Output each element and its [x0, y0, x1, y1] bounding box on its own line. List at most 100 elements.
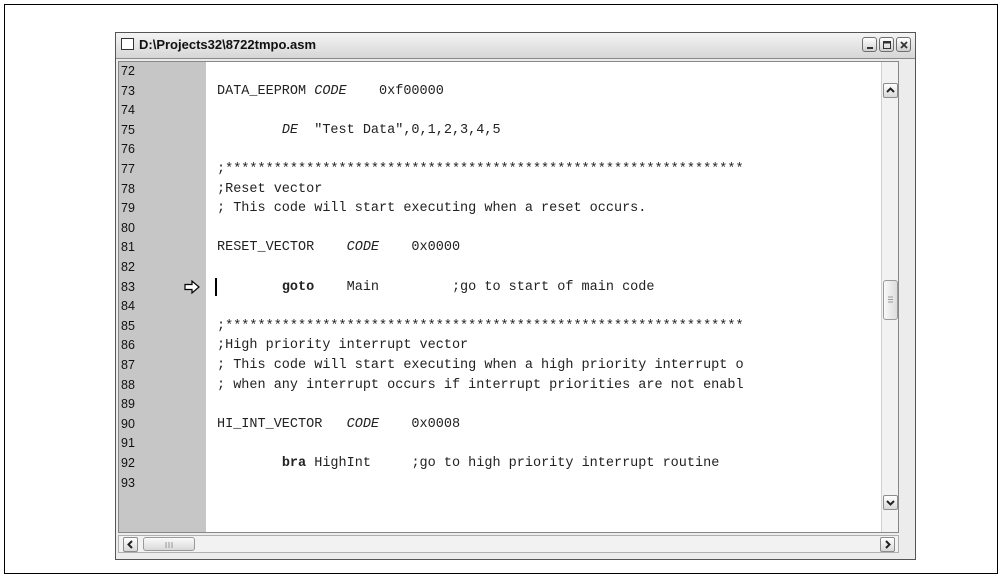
code-token: DATA_EEPROM — [217, 83, 315, 99]
code-token: ; This code will start executing when a … — [217, 358, 744, 373]
code-line[interactable]: 85 ;*************************************… — [119, 317, 898, 337]
code-text: ; This code will start executing when a … — [217, 358, 744, 373]
keyword: goto — [281, 279, 315, 295]
scroll-up-button[interactable] — [883, 83, 898, 98]
code-line[interactable]: 84 — [119, 297, 898, 317]
code-text: bra HighInt ;go to high priority interru… — [217, 456, 719, 471]
scroll-left-button[interactable] — [123, 537, 138, 552]
code-token: HI_INT_VECTOR — [217, 416, 347, 432]
code-editor[interactable]: 72 73 DATA_EEPROM CODE 0xf00000 74 75 DE "Te… — [118, 61, 899, 533]
chevron-down-icon — [886, 500, 895, 506]
line-number: 79 — [121, 201, 135, 216]
chevron-right-icon — [885, 540, 891, 549]
code-text: DATA_EEPROM CODE 0xf00000 — [217, 84, 444, 99]
maximize-button[interactable] — [879, 37, 894, 52]
scroll-down-button[interactable] — [883, 495, 898, 510]
line-number: 76 — [121, 142, 135, 157]
code-line[interactable]: 91 — [119, 434, 898, 454]
vertical-scrollbar[interactable] — [881, 62, 898, 532]
line-number: 93 — [121, 475, 135, 490]
code-line[interactable]: 89 — [119, 395, 898, 415]
code-token: ;***************************************… — [217, 162, 744, 177]
code-line[interactable]: 80 — [119, 219, 898, 239]
line-number: 77 — [121, 162, 135, 176]
directive: CODE — [346, 240, 380, 256]
code-line[interactable]: 81 RESET_VECTOR CODE 0x0000 — [119, 238, 898, 258]
document-icon — [121, 38, 134, 50]
code-line[interactable]: 75 DE "Test Data",0,1,2,3,4,5 — [119, 121, 898, 141]
code-line[interactable]: 87 ; This code will start executing when … — [119, 356, 898, 376]
line-number: 90 — [121, 416, 135, 431]
code-text: DE "Test Data",0,1,2,3,4,5 — [217, 123, 501, 138]
code-text: goto Main ;go to start of main code — [217, 279, 655, 295]
line-number: 83 — [121, 279, 135, 294]
code-line[interactable]: 82 — [119, 258, 898, 278]
line-number: 82 — [121, 260, 135, 274]
code-text: ;High priority interrupt vector — [217, 338, 468, 353]
code-line[interactable]: 76 — [119, 140, 898, 160]
code-line[interactable]: 77 ;*************************************… — [119, 160, 898, 180]
code-text: RESET_VECTOR CODE 0x0000 — [217, 240, 460, 255]
line-number: 84 — [121, 299, 135, 314]
line-number: 88 — [121, 377, 135, 392]
vertical-scroll-thumb[interactable] — [883, 280, 898, 320]
code-line[interactable]: 92 bra HighInt ;go to high priority inte… — [119, 454, 898, 474]
directive: CODE — [346, 416, 380, 432]
line-number: 87 — [121, 358, 135, 372]
line-number: 74 — [121, 103, 135, 118]
code-token: 0x0000 — [379, 240, 461, 256]
window-title: D:\Projects32\8722tmpo.asm — [139, 37, 317, 52]
code-token: ;High priority interrupt vector — [217, 338, 469, 354]
close-button[interactable] — [896, 37, 911, 52]
code-token: "Test Data",0,1,2,3,4,5 — [298, 122, 501, 138]
chevron-up-icon — [886, 87, 895, 93]
code-token: ; when any interrupt occurs if interrupt… — [217, 377, 744, 393]
window-controls — [862, 37, 911, 52]
code-token: Main ;go to start of main code — [314, 279, 655, 295]
line-number: 86 — [121, 338, 135, 353]
code-text: ; This code will start executing when a … — [217, 201, 646, 216]
line-number: 85 — [121, 318, 135, 333]
code-line[interactable]: 72 — [119, 62, 898, 82]
directive: CODE — [314, 83, 347, 99]
maximize-icon — [883, 41, 891, 49]
code-text: ;***************************************… — [217, 319, 744, 334]
code-line[interactable]: 73 DATA_EEPROM CODE 0xf00000 — [119, 82, 898, 102]
grip-icon — [165, 542, 173, 548]
title-bar[interactable]: D:\Projects32\8722tmpo.asm — [116, 33, 915, 59]
directive: DE — [281, 122, 299, 138]
line-number: 91 — [121, 436, 135, 451]
line-number: 72 — [121, 64, 135, 78]
code-text: HI_INT_VECTOR CODE 0x0008 — [217, 417, 460, 432]
minimize-button[interactable] — [862, 37, 877, 52]
code-line[interactable]: 90 HI_INT_VECTOR CODE 0x0008 — [119, 415, 898, 435]
code-line[interactable]: 74 — [119, 101, 898, 121]
horizontal-scrollbar[interactable] — [118, 535, 899, 553]
line-number: 78 — [121, 181, 135, 196]
horizontal-scroll-thumb[interactable] — [143, 537, 195, 551]
keyword: bra — [281, 456, 307, 471]
line-number: 75 — [121, 122, 135, 137]
scroll-right-button[interactable] — [880, 537, 895, 552]
code-token: ;Reset vector — [217, 181, 323, 197]
code-line[interactable]: 79 ; This code will start executing when … — [119, 199, 898, 219]
code-line[interactable]: 86 ;High priority interrupt vector — [119, 336, 898, 356]
line-number: 92 — [121, 456, 135, 470]
code-lines: 72 73 DATA_EEPROM CODE 0xf00000 74 75 DE "Te… — [119, 62, 898, 532]
code-line[interactable]: 93 — [119, 474, 898, 494]
code-line[interactable]: 88 ; when any interrupt occurs if interru… — [119, 376, 898, 396]
code-token: 0xf00000 — [346, 83, 444, 99]
code-line[interactable]: 78 ;Reset vector — [119, 180, 898, 200]
code-text: ;***************************************… — [217, 162, 744, 177]
line-number: 89 — [121, 397, 135, 412]
code-line[interactable]: 83 goto Main ;go to start of main code — [119, 277, 898, 298]
close-icon — [900, 41, 908, 49]
code-token: HighInt ;go to high priority interrupt r… — [306, 456, 720, 471]
line-number: 80 — [121, 220, 135, 235]
editor-window[interactable]: D:\Projects32\8722tmpo.asm 72 73 DATA_EEPR… — [115, 32, 916, 560]
code-text: ; when any interrupt occurs if interrupt… — [217, 378, 744, 393]
code-token: RESET_VECTOR — [217, 240, 347, 256]
